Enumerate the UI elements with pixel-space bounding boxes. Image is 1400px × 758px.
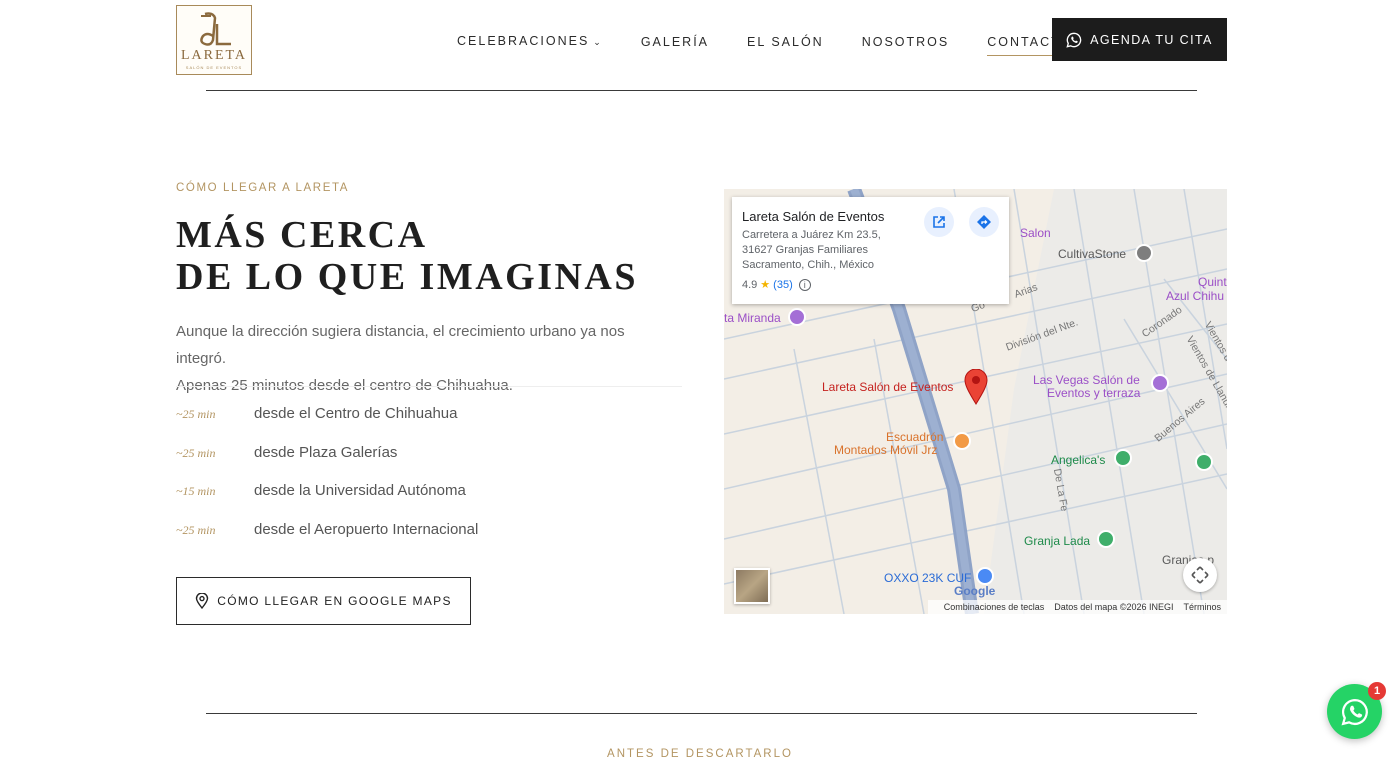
place-card-actions — [909, 207, 999, 237]
nav-item-label: EL SALÓN — [747, 34, 824, 49]
fullscreen-button[interactable] — [1183, 558, 1217, 592]
list-item: ~25 min desde el Centro de Chihuahua — [176, 405, 478, 444]
map-label-escuadron-2: Montados Móvil Jrz — [834, 443, 938, 457]
rating-value: 4.9 — [742, 278, 758, 291]
map-label-azul: Azul Chihu — [1166, 289, 1225, 303]
chevron-down-icon: ⌄ — [593, 37, 603, 47]
nav-item-celebraciones[interactable]: CELEBRACIONES ⌄ — [457, 33, 603, 50]
section-divider — [206, 713, 1197, 714]
map-label-salon: Salon — [1020, 226, 1051, 240]
terms-link[interactable]: Términos — [1183, 602, 1221, 612]
google-maps-directions-button[interactable]: CÓMO LLEGAR EN GOOGLE MAPS — [176, 577, 471, 625]
satellite-toggle[interactable] — [734, 568, 770, 604]
address-line: 31627 Granjas Familiares — [742, 244, 868, 256]
venue-pin-icon[interactable] — [788, 308, 806, 326]
map-label-vegas-1: Las Vegas Salón de — [1033, 373, 1140, 387]
park-pin-icon[interactable] — [1195, 453, 1213, 471]
open-in-maps-button[interactable] — [924, 207, 954, 237]
list-item: ~25 min desde el Aeropuerto Internaciona… — [176, 521, 478, 560]
headline-line-2: DE LO QUE IMAGINAS — [176, 256, 638, 298]
map-place-card: Lareta Salón de Eventos Carretera a Juár… — [732, 197, 1009, 304]
nav-item-el-salon[interactable]: EL SALÓN — [747, 34, 824, 50]
travel-time-desc: desde el Centro de Chihuahua — [254, 405, 458, 422]
map-label-angelicas: Angelica's — [1051, 453, 1106, 467]
directions-button[interactable] — [969, 207, 999, 237]
place-pin-icon[interactable] — [1135, 244, 1153, 262]
keyboard-shortcuts-link[interactable]: Combinaciones de teclas — [944, 602, 1045, 612]
travel-time-value: ~25 min — [176, 445, 216, 460]
lareta-logo[interactable]: LARETA SALÓN DE EVENTOS — [176, 5, 252, 75]
map-footer: Combinaciones de teclas Datos del mapa ©… — [927, 600, 1227, 614]
logo-subtext: SALÓN DE EVENTOS — [185, 65, 243, 70]
restaurant-pin-icon[interactable] — [953, 432, 971, 450]
info-icon[interactable]: i — [798, 278, 811, 291]
travel-time-value: ~15 min — [176, 484, 216, 498]
site-header: LARETA SALÓN DE EVENTOS CELEBRACIONES ⌄ G… — [0, 0, 1400, 90]
nav-item-nosotros[interactable]: NOSOTROS — [862, 34, 950, 50]
map-pin-icon — [196, 593, 209, 609]
list-item: ~25 min desde Plaza Galerías — [176, 444, 478, 483]
section-headline: MÁS CERCA DE LO QUE IMAGINAS — [176, 214, 638, 298]
whatsapp-icon — [1341, 698, 1368, 725]
whatsapp-icon — [1066, 32, 1082, 48]
agenda-cita-label: AGENDA TU CITA — [1090, 32, 1213, 47]
location-pin-icon[interactable] — [964, 369, 988, 405]
travel-time-desc: desde la Universidad Autónoma — [254, 482, 466, 499]
intro-divider — [176, 386, 682, 387]
travel-times-list: ~25 min desde el Centro de Chihuahua ~25… — [176, 405, 478, 559]
main-nav: CELEBRACIONES ⌄ GALERÍA EL SALÓN NOSOTROS… — [457, 33, 1073, 56]
nav-item-label: GALERÍA — [640, 34, 710, 49]
headline-line-1: MÁS CERCA — [176, 214, 428, 256]
nav-item-galeria[interactable]: GALERÍA — [641, 34, 709, 50]
map-label-escuadron-1: Escuadrón — [886, 430, 944, 444]
park-pin-icon[interactable] — [1114, 449, 1132, 467]
map-label-granja-lada: Granja Lada — [1024, 534, 1091, 548]
directions-icon — [977, 215, 991, 229]
travel-time-value: ~25 min — [176, 407, 216, 421]
nav-item-label: CELEBRACIONES — [457, 34, 590, 48]
star-icon: ★ — [760, 279, 771, 291]
embedded-map[interactable]: Salon CultivaStone Quinta Azul Chihu ta … — [724, 189, 1227, 614]
agenda-cita-button[interactable]: AGENDA TU CITA — [1052, 18, 1227, 61]
map-data-attribution: Datos del mapa ©2026 INEGI — [1054, 602, 1174, 612]
section-eyebrow: CÓMO LLEGAR A LARETA — [176, 182, 350, 194]
travel-time-value: ~25 min — [176, 522, 216, 537]
list-item: ~15 min desde la Universidad Autónoma — [176, 482, 478, 521]
next-section-eyebrow: ANTES DE DESCARTARLO — [607, 748, 793, 758]
fullscreen-icon — [1191, 566, 1209, 584]
header-divider — [206, 90, 1197, 91]
map-label-quinta: Quinta — [1198, 275, 1227, 289]
place-rating: 4.9 ★ (35) i — [742, 278, 999, 291]
external-link-icon — [933, 216, 945, 228]
google-maps-button-label: CÓMO LLEGAR EN GOOGLE MAPS — [217, 594, 452, 608]
travel-time-desc: desde el Aeropuerto Internacional — [254, 520, 479, 538]
map-label-lareta: Lareta Salón de Eventos — [822, 380, 954, 394]
map-label-oxxo: OXXO 23K CUF — [884, 571, 972, 585]
intro-line-1: Aunque la dirección sugiera distancia, e… — [176, 323, 625, 367]
nav-item-label: NOSOTROS — [861, 34, 950, 49]
google-logo: Google — [954, 584, 996, 598]
map-label-miranda: ta Miranda — [724, 311, 781, 325]
map-label-vegas-2: Eventos y terraza — [1047, 386, 1141, 400]
travel-time-desc: desde Plaza Galerías — [254, 443, 398, 461]
store-pin-icon[interactable] — [976, 567, 994, 585]
notification-badge: 1 — [1368, 682, 1386, 700]
reviews-link[interactable]: (35) — [773, 279, 793, 291]
park-pin-icon[interactable] — [1097, 530, 1115, 548]
logo-monogram-icon — [200, 12, 231, 46]
venue-pin-icon[interactable] — [1151, 374, 1169, 392]
address-line: Sacramento, Chih., México — [742, 259, 875, 271]
map-label-cultivastone: CultivaStone — [1058, 247, 1127, 261]
